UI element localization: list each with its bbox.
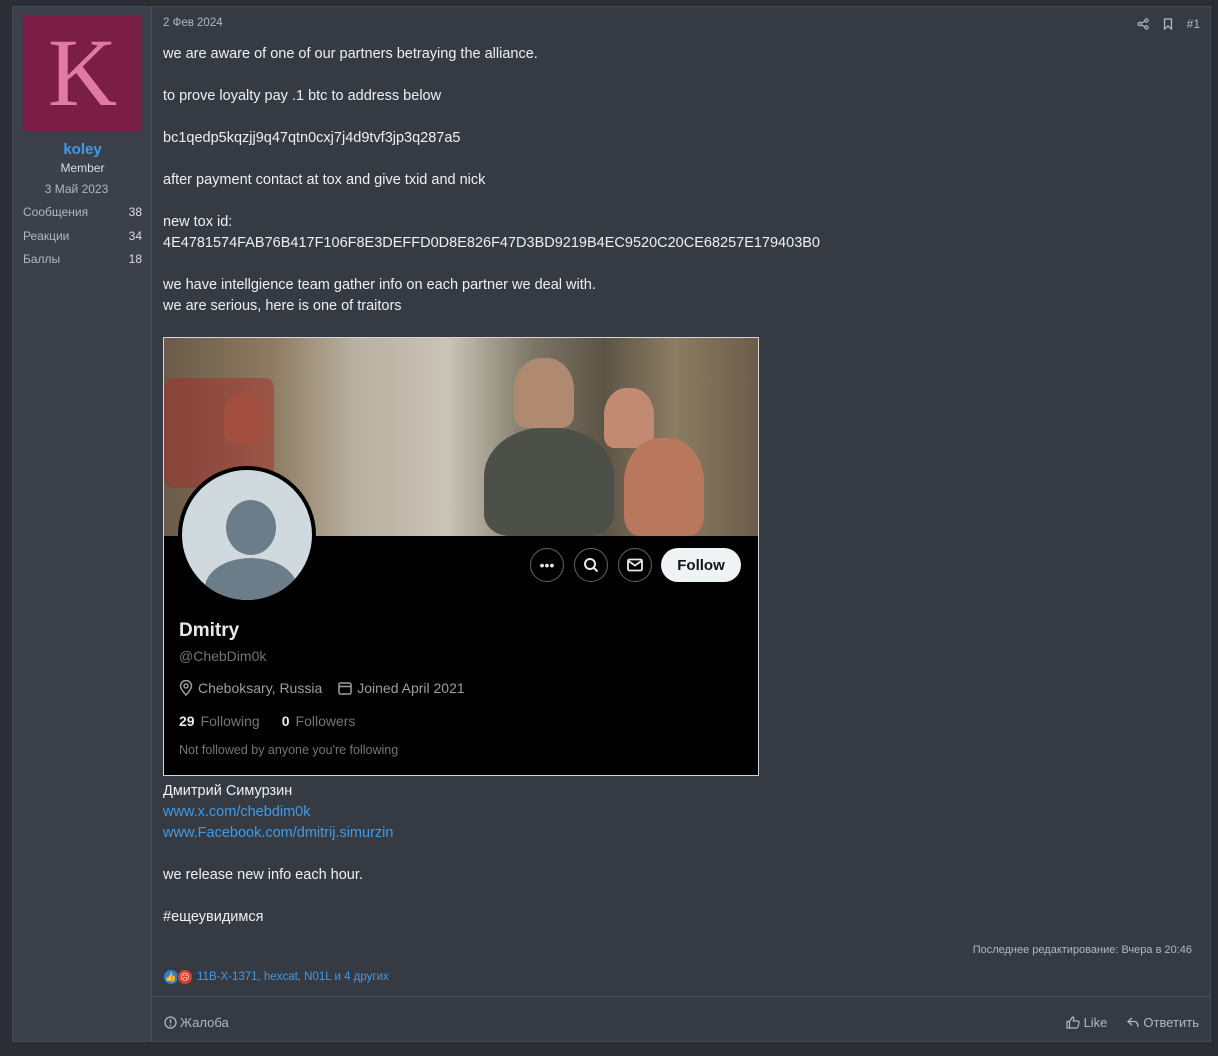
- location-text: Cheboksary, Russia: [198, 680, 323, 696]
- calendar-icon: [338, 682, 352, 695]
- post-text-line: after payment contact at tox and give tx…: [163, 172, 486, 188]
- stat-label: Реакции: [23, 228, 70, 243]
- embedded-profile-image[interactable]: ••• Follow Dmitry @ChebDim0k Cheboksary,…: [163, 337, 759, 776]
- post-footer: Жалоба Like Ответить: [152, 996, 1210, 1044]
- join-date: 3 Май 2023: [44, 182, 109, 196]
- username-link[interactable]: koley: [13, 141, 152, 158]
- stat-label: Баллы: [23, 252, 61, 266]
- reply-label: Ответить: [1143, 1015, 1199, 1030]
- footer-actions: Like Ответить: [1065, 1015, 1199, 1030]
- btc-address: bc1qedp5kqzjj9q47qtn0cxj7j4d9tvf3jp3q287…: [163, 130, 461, 146]
- reactions-bar[interactable]: 👍 ☹ 11B-X-1371, hexcat, N01L и 4 других: [163, 969, 389, 985]
- following-count: 29 Following: [179, 713, 260, 729]
- post-date[interactable]: 2 Фев 2024: [163, 17, 223, 29]
- post-text-line: to prove loyalty pay .1 btc to address b…: [163, 88, 442, 104]
- hashtag: #ещеувидимся: [163, 909, 264, 925]
- followers-count: 0 Followers: [281, 713, 356, 729]
- default-profile-picture: [178, 466, 316, 604]
- reactions-users-link[interactable]: 11B-X-1371, hexcat, N01L и 4 других: [197, 971, 389, 983]
- report-button[interactable]: Жалоба: [164, 1015, 229, 1030]
- real-name-line: Дмитрий Симурзин: [163, 783, 293, 799]
- post-text-line: we are aware of one of our partners betr…: [163, 46, 538, 62]
- profile-location: Cheboksary, Russia: [179, 680, 322, 696]
- post-text-line: new tox id:: [163, 214, 233, 230]
- profile-name: Dmitry: [179, 620, 240, 641]
- stat-messages: Сообщения 38: [23, 205, 142, 229]
- more-icon: •••: [530, 548, 564, 582]
- post-actions-top: #1: [1136, 17, 1200, 31]
- post-body-continued: Дмитрий Симурзин www.x.com/chebdim0k www…: [163, 781, 1163, 928]
- profile-joined: Joined April 2021: [338, 680, 465, 696]
- share-icon[interactable]: [1136, 18, 1149, 30]
- reply-icon: [1127, 1017, 1140, 1028]
- like-button[interactable]: Like: [1065, 1015, 1108, 1030]
- reply-button[interactable]: Ответить: [1127, 1015, 1199, 1030]
- last-edited-note: Последнее редактирование: Вчера в 20:46: [972, 944, 1192, 956]
- mail-icon: [618, 548, 652, 582]
- bookmark-icon[interactable]: [1163, 18, 1173, 30]
- stat-label: Сообщения: [23, 205, 89, 219]
- post-number-link[interactable]: #1: [1187, 17, 1200, 31]
- user-stats: Сообщения 38 Реакции 34 Баллы 18: [23, 205, 142, 276]
- post-text-line: we have intellgience team gather info on…: [163, 277, 596, 293]
- angry-reaction-icon: ☹: [177, 969, 193, 985]
- like-label: Like: [1083, 1015, 1108, 1030]
- avatar[interactable]: K: [23, 15, 142, 131]
- user-role: Member: [60, 161, 105, 175]
- user-sidebar: K koley Member 3 Май 2023 Сообщения 38 Р…: [13, 7, 152, 1041]
- stat-reactions: Реакции 34: [23, 229, 142, 253]
- post-text-line: we release new info each hour.: [163, 867, 363, 883]
- followed-by-note: Not followed by anyone you're following: [179, 743, 399, 757]
- x-profile-link[interactable]: www.x.com/chebdim0k: [163, 802, 1163, 823]
- follow-button: Follow: [661, 548, 741, 582]
- report-icon: [164, 1016, 177, 1029]
- joined-text: Joined April 2021: [357, 680, 465, 696]
- profile-meta: Cheboksary, Russia Joined April 2021: [179, 680, 465, 696]
- stat-value: 18: [128, 252, 142, 266]
- follow-counts: 29 Following 0 Followers: [179, 713, 355, 729]
- facebook-profile-link[interactable]: www.Facebook.com/dmitrij.simurzin: [163, 823, 1163, 844]
- forum-post: K koley Member 3 Май 2023 Сообщения 38 Р…: [12, 6, 1211, 1042]
- post-body: we are aware of one of our partners betr…: [163, 44, 1183, 317]
- report-label: Жалоба: [180, 1015, 229, 1030]
- thumbs-up-icon: [1065, 1016, 1080, 1029]
- stat-points: Баллы 18: [23, 252, 142, 276]
- post-text-line: we are serious, here is one of traitors: [163, 298, 402, 314]
- tox-id: 4E4781574FAB76B417F106F8E3DEFFD0D8E826F4…: [163, 235, 820, 251]
- post-main: 2 Фев 2024 #1 we are aware of one of our…: [152, 7, 1210, 1041]
- location-pin-icon: [179, 680, 193, 696]
- stat-value: 38: [128, 205, 142, 219]
- stat-value: 34: [128, 228, 142, 243]
- profile-handle: @ChebDim0k: [179, 648, 267, 664]
- search-icon: [574, 548, 608, 582]
